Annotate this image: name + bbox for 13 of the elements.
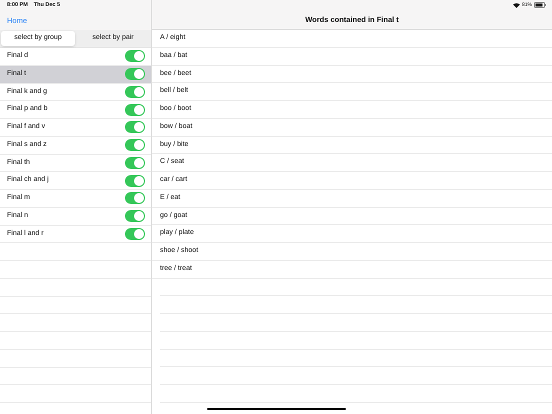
toggle-switch[interactable] <box>125 174 145 187</box>
toggle-switch[interactable] <box>125 68 145 80</box>
toggle-switch[interactable] <box>125 192 145 204</box>
toggle-switch[interactable] <box>125 121 145 134</box>
toggle-switch[interactable] <box>125 156 145 169</box>
toggle-switch[interactable] <box>125 139 145 152</box>
toggle-switch[interactable] <box>125 104 145 116</box>
toggle-switch[interactable] <box>125 86 145 98</box>
toggle-switch[interactable] <box>125 210 145 222</box>
wifi-icon <box>512 2 520 8</box>
battery-icon <box>534 2 546 8</box>
toggle-switch[interactable] <box>125 228 145 240</box>
toggle-switch[interactable] <box>125 50 145 62</box>
